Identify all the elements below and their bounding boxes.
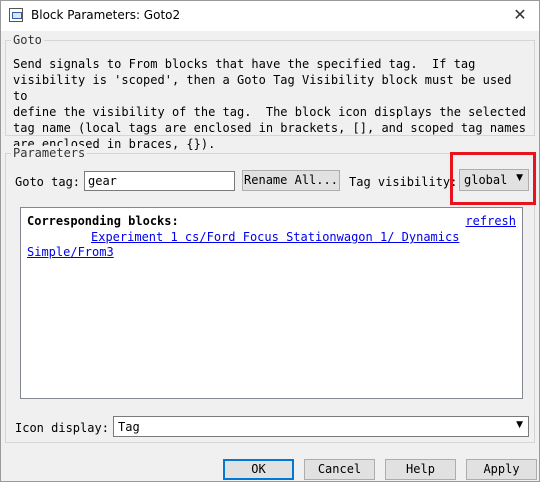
corresponding-blocks-panel: Corresponding blocks: refresh Experiment…	[20, 207, 523, 399]
close-icon[interactable]: ✕	[505, 3, 535, 27]
goto-group-title: Goto	[11, 33, 44, 47]
tag-visibility-value: global	[464, 173, 508, 187]
apply-button[interactable]: Apply	[466, 459, 537, 480]
dialog-window: Block Parameters: Goto2 ✕ Goto Send sign…	[0, 0, 540, 482]
icon-display-dropdown[interactable]: Tag ▼	[113, 416, 529, 437]
dropdown-arrow-icon: ▼	[516, 420, 523, 430]
rename-all-button[interactable]: Rename All...	[242, 170, 340, 191]
tag-visibility-dropdown[interactable]: global ▼	[459, 169, 529, 191]
ok-button[interactable]: OK	[223, 459, 294, 480]
parameters-group-title: Parameters	[11, 146, 88, 160]
dropdown-arrow-icon: ▼	[516, 173, 523, 183]
icon-display-value: Tag	[118, 420, 140, 434]
icon-display-label: Icon display:	[15, 421, 109, 435]
tag-visibility-label: Tag visibility:	[349, 175, 458, 189]
simulink-app-icon	[9, 8, 23, 22]
cancel-button[interactable]: Cancel	[304, 459, 375, 480]
refresh-link[interactable]: refresh	[465, 214, 516, 228]
goto-tag-label: Goto tag:	[15, 175, 81, 189]
goto-tag-input[interactable]	[84, 171, 235, 191]
help-button[interactable]: Help	[385, 459, 456, 480]
corresponding-blocks-heading: Corresponding blocks:	[27, 214, 179, 228]
title-bar[interactable]: Block Parameters: Goto2 ✕	[1, 1, 539, 31]
corresponding-block-link[interactable]: Experiment 1 cs/Ford Focus Stationwagon …	[27, 230, 497, 260]
goto-description: Send signals to From blocks that have th…	[13, 57, 526, 151]
window-title: Block Parameters: Goto2	[31, 8, 181, 22]
